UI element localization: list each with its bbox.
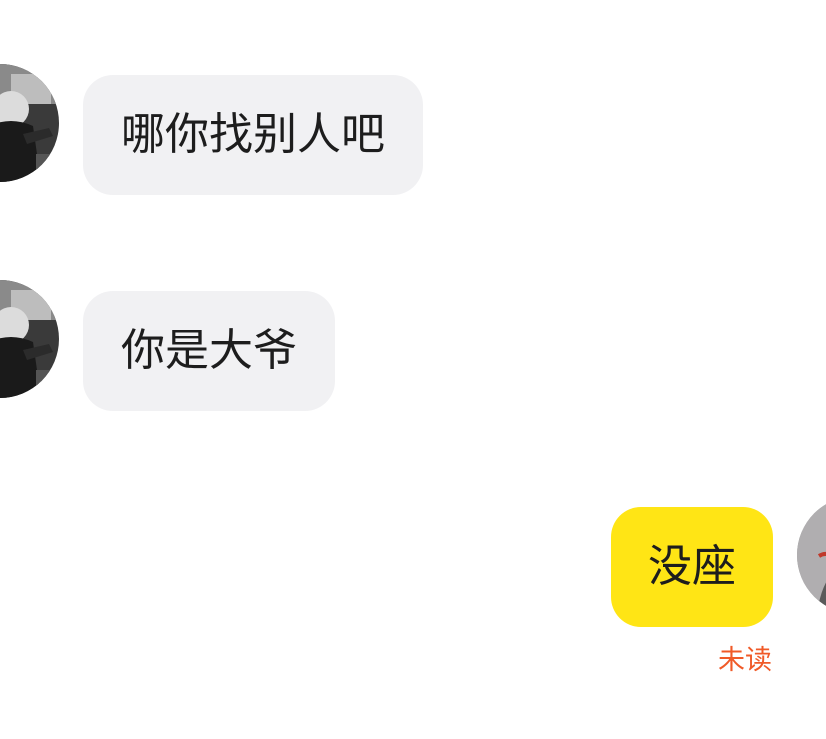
- contact-avatar[interactable]: [0, 64, 59, 182]
- incoming-message-bubble[interactable]: 你是大爷: [83, 291, 335, 411]
- contact-avatar[interactable]: [0, 280, 59, 398]
- self-avatar[interactable]: [797, 496, 826, 614]
- message-text: 没座: [648, 541, 736, 592]
- unread-status: 未读: [718, 645, 772, 676]
- self-avatar-icon: [797, 496, 826, 614]
- incoming-message-bubble[interactable]: 哪你找别人吧: [83, 75, 423, 195]
- chat-message-list[interactable]: 哪你找别人吧 你是大爷 没座 未读: [0, 0, 826, 739]
- user-avatar-icon: [0, 64, 59, 182]
- outgoing-message-bubble[interactable]: 没座: [611, 507, 773, 627]
- message-text: 哪你找别人吧: [121, 109, 385, 160]
- message-text: 你是大爷: [121, 325, 297, 376]
- user-avatar-icon: [0, 280, 59, 398]
